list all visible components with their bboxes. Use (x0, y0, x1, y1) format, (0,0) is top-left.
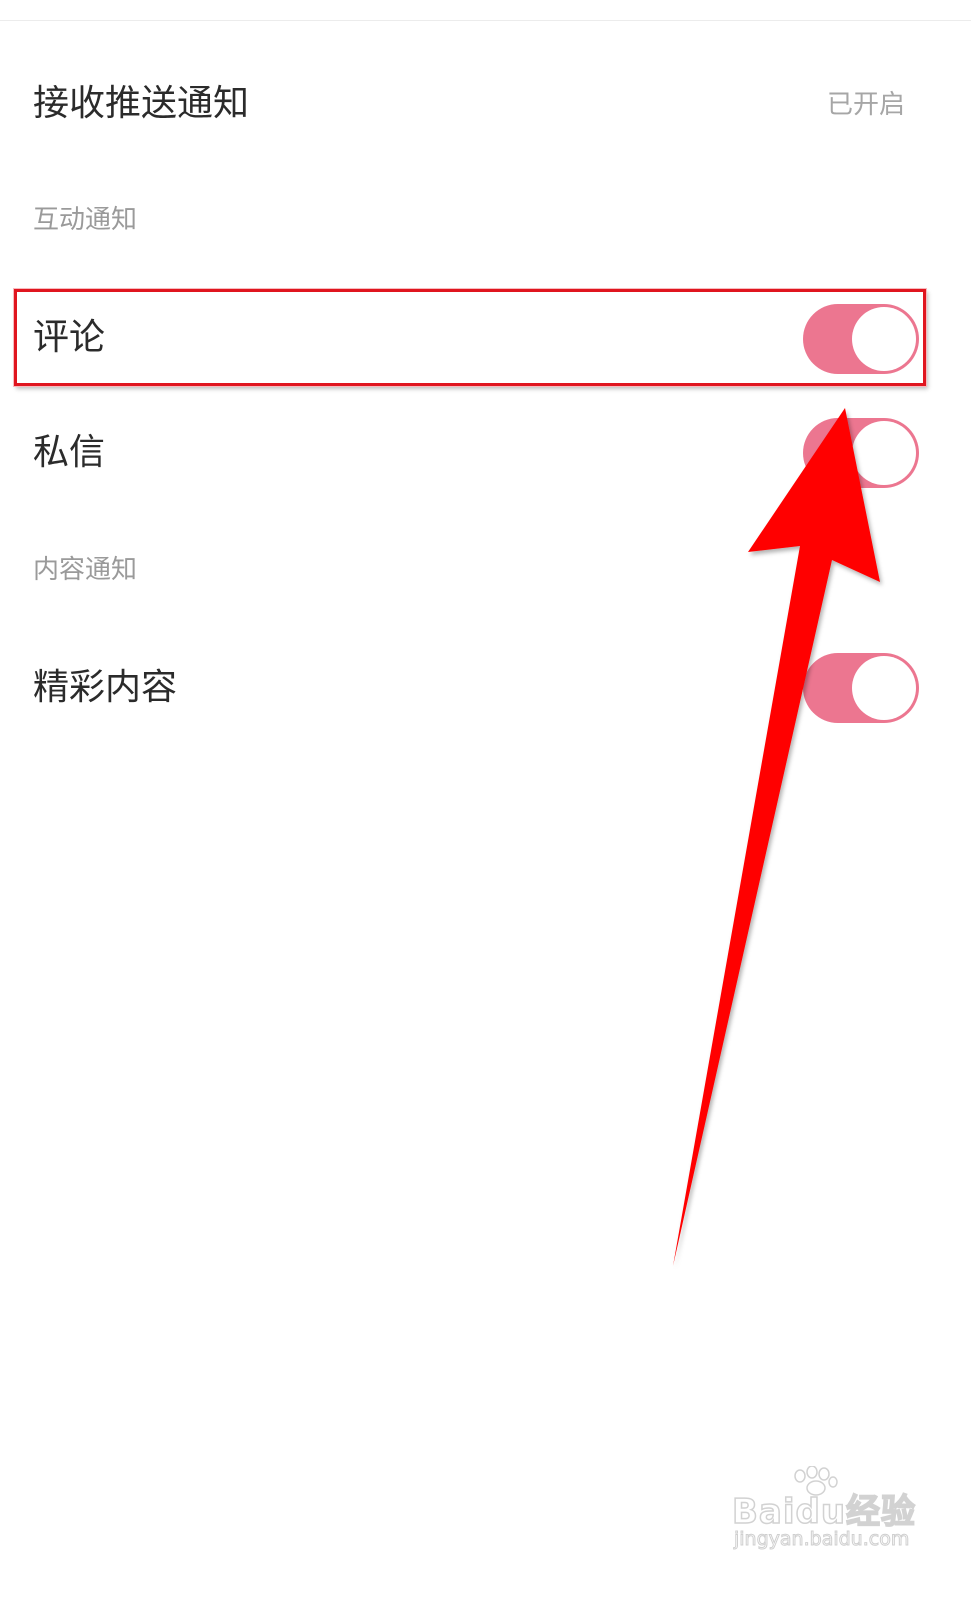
section-label-content: 内容通知 (33, 555, 138, 585)
highlights-toggle-knob (852, 656, 916, 720)
messages-row: 私信 (0, 414, 971, 492)
messages-toggle-knob (852, 421, 916, 485)
comments-label: 评论 (33, 317, 106, 358)
push-notifications-row[interactable]: 接收推送通知 已开启 (0, 70, 971, 140)
baidu-watermark: Baidu经验 jingyan.baidu.com (728, 1466, 928, 1556)
comments-toggle[interactable] (803, 304, 919, 374)
annotation-arrow-icon (673, 408, 880, 1266)
highlights-toggle[interactable] (803, 653, 919, 723)
top-divider (0, 20, 971, 21)
arrow-shape (673, 408, 880, 1266)
highlights-label: 精彩内容 (33, 667, 178, 708)
messages-toggle[interactable] (803, 418, 919, 488)
comments-row: 评论 (0, 300, 971, 378)
comments-toggle-knob (852, 307, 916, 371)
section-label-interaction: 互动通知 (33, 205, 138, 235)
push-notifications-status: 已开启 (826, 90, 905, 120)
paw-logo-icon (794, 1466, 838, 1496)
watermark-url: jingyan.baidu.com (733, 1528, 910, 1551)
highlights-row: 精彩内容 (0, 648, 971, 726)
watermark-brand: Baidu经验 (731, 1491, 917, 1533)
messages-label: 私信 (33, 432, 106, 473)
push-notifications-title: 接收推送通知 (33, 83, 250, 124)
